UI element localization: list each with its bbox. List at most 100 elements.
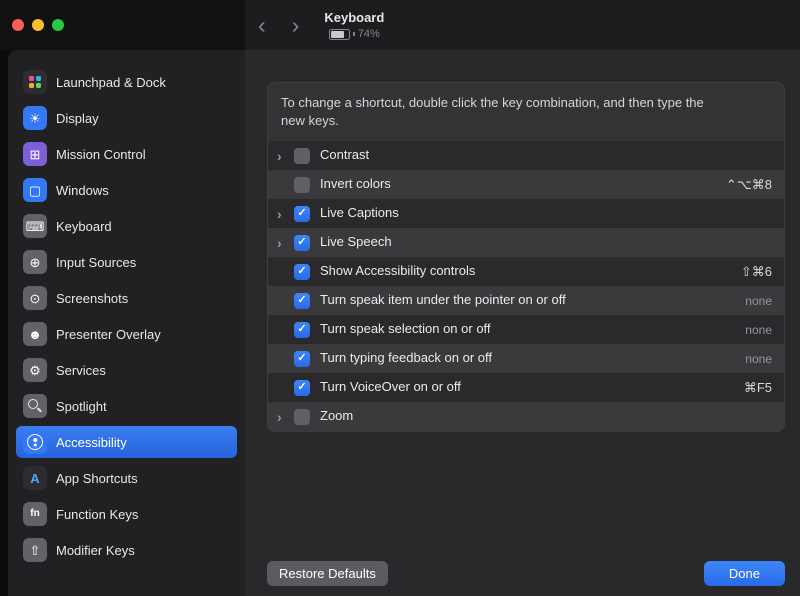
disclosure-chevron-icon[interactable]: › [277,207,294,221]
shortcut-label: Contrast [320,142,758,169]
shortcut-label: Turn VoiceOver on or off [320,374,744,401]
shortcut-row-turn-speak-selection-on-or-off[interactable]: ✓ Turn speak selection on or offnone [268,315,784,344]
sidebar-item-keyboard[interactable]: ⌨Keyboard [16,210,237,242]
disclosure-chevron-icon[interactable]: › [277,149,294,163]
restore-defaults-button[interactable]: Restore Defaults [267,561,388,586]
launchpad-dock-icon [23,70,47,94]
shortcut-keys[interactable]: none [745,323,772,337]
shortcut-content: To change a shortcut, double click the k… [245,50,800,596]
mission-control-icon: ⊞ [23,142,47,166]
checkbox-contrast[interactable] [294,148,310,164]
sidebar-item-presenter-overlay[interactable]: ☻ Presenter Overlay [16,318,237,350]
services-icon: ⚙ [23,358,47,382]
sidebar-item-launchpad-dock[interactable]: Launchpad & Dock [16,66,237,98]
shortcut-keys[interactable]: none [745,352,772,366]
sidebar-item-label: Screenshots [56,291,128,306]
disclosure-chevron-icon[interactable]: › [277,236,294,250]
windows-icon: ▢ [23,178,47,202]
shortcut-row-live-speech[interactable]: ›✓ Live Speech [268,228,784,257]
shortcut-row-zoom[interactable]: › Zoom [268,402,784,431]
keyboard-icon: ⌨ [23,214,47,238]
checkbox-turn-typing-feedback-on-or-off[interactable]: ✓ [294,351,310,367]
sidebar-item-mission-control[interactable]: ⊞ Mission Control [16,138,237,170]
services-glyph: ⚙ [29,364,41,377]
footer-buttons: Restore Defaults Done [267,553,785,590]
function-keys-glyph: fn [30,509,39,519]
sidebar-item-windows[interactable]: ▢ Windows [16,174,237,206]
titlebar: ‹ › Keyboard 74% [0,0,800,50]
checkbox-invert-colors[interactable] [294,177,310,193]
sidebar-item-services[interactable]: ⚙Services [16,354,237,386]
shortcut-label: Turn speak item under the pointer on or … [320,287,745,314]
checkbox-live-speech[interactable]: ✓ [294,235,310,251]
minimize-window-icon[interactable] [32,19,44,31]
sidebar-item-input-sources[interactable]: ⊕Input Sources [16,246,237,278]
sidebar-list: Launchpad & Dock ☀ Display ⊞ Mission Control… [16,66,237,566]
shortcut-rows: ›ContrastInvert colors⌃⌥⌘8›✓Live Caption… [268,141,784,431]
sidebar-item-label: Function Keys [56,507,138,522]
shortcut-row-turn-speak-item-under-the-pointer-on-or-off[interactable]: ✓ Turn speak item under the pointer on or… [268,286,784,315]
toolbar: ‹ › Keyboard 74% [245,0,800,50]
disclosure-chevron-icon[interactable]: › [277,410,294,424]
shortcut-label: Zoom [320,403,758,430]
shortcut-keys[interactable]: ⇧⌘6 [741,264,772,280]
sidebar-item-label: Accessibility [56,435,127,450]
checkbox-zoom[interactable] [294,409,310,425]
app-shortcuts-icon: A [23,466,47,490]
shortcut-row-live-captions[interactable]: ›✓ Live Captions [268,199,784,228]
titlebar-traffic-lights [0,0,245,50]
display-icon: ☀ [23,106,47,130]
checkbox-live-captions[interactable]: ✓ [294,206,310,222]
shortcut-label: Invert colors [320,171,726,198]
done-button[interactable]: Done [704,561,785,586]
display-glyph: ☀ [29,112,41,125]
shortcut-label: Live Captions [320,200,758,227]
back-chevron-icon[interactable]: ‹ [245,14,279,37]
sidebar-item-label: Launchpad & Dock [56,75,166,90]
battery-percent-label: 74% [358,28,380,40]
zoom-window-icon[interactable] [52,19,64,31]
sidebar-item-display[interactable]: ☀ Display [16,102,237,134]
input-sources-glyph: ⊕ [30,256,41,269]
sidebar-item-function-keys[interactable]: fn Function Keys [16,498,237,530]
modifier-keys-icon: ⇧ [23,538,47,562]
sidebar-item-label: Presenter Overlay [56,327,161,342]
sidebar-item-label: Mission Control [56,147,146,162]
sidebar-item-label: Spotlight [56,399,107,414]
shortcut-row-turn-typing-feedback-on-or-off[interactable]: ✓ Turn typing feedback on or offnone [268,344,784,373]
sidebar-item-accessibility[interactable]: Accessibility [16,426,237,458]
spotlight-icon [23,394,47,418]
shortcut-label: Turn typing feedback on or off [320,345,745,372]
shortcut-row-invert-colors[interactable]: Invert colors⌃⌥⌘8 [268,170,784,199]
accessibility-icon [23,430,47,454]
sidebar-item-label: Display [56,111,99,126]
close-window-icon[interactable] [12,19,24,31]
modifier-keys-glyph: ⇧ [30,544,41,557]
app-shortcuts-glyph: A [30,472,39,485]
presenter-overlay-icon: ☻ [23,322,47,346]
forward-chevron-icon[interactable]: › [279,14,313,37]
shortcut-row-show-accessibility-controls[interactable]: ✓Show Accessibility controls⇧⌘6 [268,257,784,286]
shortcut-row-contrast[interactable]: › Contrast [268,141,784,170]
shortcut-keys[interactable]: ⌘F5 [744,380,772,396]
shortcut-keys[interactable]: ⌃⌥⌘8 [726,177,772,193]
title-block: Keyboard 74% [324,10,384,40]
checkbox-turn-speak-item-under-the-pointer-on-or-off[interactable]: ✓ [294,293,310,309]
shortcut-categories-sidebar: Launchpad & Dock ☀ Display ⊞ Mission Control… [8,50,245,596]
shortcut-keys[interactable]: none [745,294,772,308]
sidebar-item-modifier-keys[interactable]: ⇧Modifier Keys [16,534,237,566]
sidebar-item-screenshots[interactable]: ⊙Screenshots [16,282,237,314]
shortcut-label: Turn speak selection on or off [320,316,745,343]
shortcut-row-turn-voiceover-on-or-off[interactable]: ✓ Turn VoiceOver on or off⌘F5 [268,373,784,402]
checkbox-turn-voiceover-on-or-off[interactable]: ✓ [294,380,310,396]
sidebar-item-spotlight[interactable]: Spotlight [16,390,237,422]
sidebar-item-label: Windows [56,183,109,198]
checkbox-turn-speak-selection-on-or-off[interactable]: ✓ [294,322,310,338]
sidebar-item-app-shortcuts[interactable]: AApp Shortcuts [16,462,237,494]
shortcut-list-panel: To change a shortcut, double click the k… [267,82,785,432]
battery-cap-icon [353,32,355,36]
function-keys-icon: fn [23,502,47,526]
page-title: Keyboard [324,10,384,25]
shortcut-label: Live Speech [320,229,758,256]
checkbox-show-accessibility-controls[interactable]: ✓ [294,264,310,280]
